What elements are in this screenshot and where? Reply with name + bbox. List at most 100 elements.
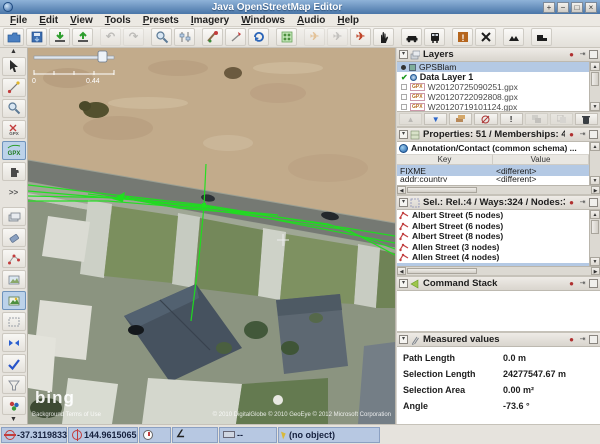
active-layer-check-icon[interactable]: ✔ <box>401 73 408 82</box>
layer-row-data-layer[interactable]: ✔Data Layer 1 <box>397 72 589 82</box>
presets-tool-button[interactable] <box>225 28 246 46</box>
warning-preset-button[interactable]: ! <box>452 28 473 46</box>
airplane-gray-button[interactable]: ✈ <box>327 28 348 46</box>
selection-row[interactable]: Albert Street (5 nodes) <box>397 210 589 221</box>
gpsblam-gpx-tool-button[interactable]: GPX <box>2 141 26 160</box>
sticky-icon[interactable]: ● <box>567 335 576 344</box>
show-hide-layer-button[interactable] <box>449 113 472 125</box>
preferences-button[interactable] <box>174 28 195 46</box>
dock-icon[interactable]: ⇥ <box>578 130 587 139</box>
scroll-right-icon[interactable]: ▶ <box>591 267 600 275</box>
validate-toggle-button[interactable] <box>2 354 26 373</box>
airplane-orange-button[interactable]: ✈ <box>304 28 325 46</box>
maximize-button[interactable]: □ <box>571 2 583 13</box>
scroll-thumb[interactable] <box>407 187 477 193</box>
menu-view[interactable]: View <box>64 15 99 26</box>
collapse-left-toolbar-bottom-button[interactable]: ▼ <box>10 416 17 424</box>
scroll-thumb[interactable] <box>407 268 477 274</box>
layers-toggle-button[interactable] <box>2 207 26 226</box>
palette-toggle-button[interactable] <box>2 396 26 415</box>
scroll-thumb[interactable] <box>591 72 599 86</box>
zoom-tool-button[interactable] <box>2 99 26 118</box>
collapse-selection-button[interactable]: ▾ <box>399 198 408 207</box>
sticky-icon[interactable]: ● <box>567 130 576 139</box>
selection-row[interactable]: Allen Street (4 nodes) <box>397 252 589 263</box>
visibility-checkbox[interactable] <box>401 84 407 90</box>
open-button[interactable] <box>3 28 24 46</box>
menu-windows[interactable]: Windows <box>235 15 291 26</box>
duplicate-layer-button[interactable] <box>550 113 573 125</box>
scroll-down-icon[interactable]: ▼ <box>590 176 600 185</box>
scroll-down-icon[interactable]: ▼ <box>590 257 600 266</box>
upload-button[interactable] <box>72 28 93 46</box>
mappaint-button[interactable] <box>202 28 223 46</box>
layer-row-gpx-1[interactable]: GPXW20120725090251.gpx <box>397 82 589 92</box>
sticky-icon[interactable]: ● <box>567 50 576 59</box>
collapse-command-stack-button[interactable]: ▾ <box>399 279 408 288</box>
properties-hscrollbar[interactable]: ◀ ▶ <box>397 185 600 194</box>
update-button[interactable] <box>248 28 269 46</box>
layer-row-gpsblam[interactable]: GPSBlam <box>397 62 589 72</box>
airplane-red-button[interactable]: ✈ <box>350 28 371 46</box>
close-panel-icon[interactable] <box>589 279 598 288</box>
car-button[interactable] <box>401 28 422 46</box>
menu-help[interactable]: Help <box>331 15 365 26</box>
scroll-thumb[interactable] <box>591 220 599 234</box>
download-button[interactable] <box>49 28 70 46</box>
layer-row-gpx-3[interactable]: GPXW20120719101124.gpx <box>397 102 589 111</box>
plugin-button[interactable] <box>276 28 297 46</box>
property-row[interactable]: addr:country <different> <box>397 176 589 182</box>
command-stack-list[interactable] <box>397 291 600 331</box>
close-button[interactable]: × <box>585 2 597 13</box>
selection-hscrollbar[interactable]: ◀ ▶ <box>397 266 600 275</box>
wall-preset-button[interactable] <box>531 28 552 46</box>
visibility-checkbox[interactable] <box>401 94 407 100</box>
scroll-right-icon[interactable]: ▶ <box>591 186 600 194</box>
background-terms-link[interactable]: Background Terms of Use <box>32 412 101 418</box>
close-panel-icon[interactable] <box>589 198 598 207</box>
dock-icon[interactable]: ⇥ <box>578 335 587 344</box>
close-panel-icon[interactable] <box>589 130 598 139</box>
layer-row-gpx-2[interactable]: GPXW20120722092808.gpx <box>397 92 589 102</box>
draw-way-tool-button[interactable] <box>2 78 26 97</box>
hand-button[interactable] <box>373 28 394 46</box>
dock-icon[interactable]: ⇥ <box>578 50 587 59</box>
property-row[interactable]: FIXME <different> <box>397 165 589 176</box>
delete-preset-button[interactable] <box>475 28 496 46</box>
layers-scrollbar[interactable]: ▲ ▼ <box>589 62 600 111</box>
scroll-down-icon[interactable]: ▼ <box>590 102 600 111</box>
collapse-left-toolbar-button[interactable]: ▲ <box>10 48 17 56</box>
layer-opacity-button[interactable] <box>474 113 497 125</box>
selection-row[interactable]: Albert Street (6 nodes) <box>397 221 589 232</box>
save-button[interactable] <box>26 28 47 46</box>
mirror-toggle-button[interactable] <box>2 333 26 352</box>
menu-presets[interactable]: Presets <box>137 15 185 26</box>
menu-tools[interactable]: Tools <box>99 15 137 26</box>
scroll-up-icon[interactable]: ▲ <box>590 62 600 71</box>
selection-row[interactable]: Allen Street (3 nodes) <box>397 242 589 253</box>
undo-button[interactable]: ↶ <box>100 28 121 46</box>
zoom-selection-button[interactable] <box>151 28 172 46</box>
markers-toggle-button[interactable] <box>2 249 26 268</box>
close-panel-icon[interactable] <box>589 50 598 59</box>
extrude-tool-button[interactable] <box>2 162 26 181</box>
menu-edit[interactable]: Edit <box>33 15 64 26</box>
filter-toggle-button[interactable] <box>2 375 26 394</box>
menu-audio[interactable]: Audio <box>291 15 331 26</box>
layer-warning-button[interactable]: ! <box>500 113 523 125</box>
gpsblam-erase-tool-button[interactable]: GPX <box>2 120 26 139</box>
selection-row[interactable]: Albert Street (8 nodes) <box>397 231 589 242</box>
selection-scrollbar[interactable]: ▲ ▼ <box>589 210 600 266</box>
value-column-header[interactable]: Value <box>493 155 589 164</box>
move-layer-up-button[interactable]: ▲ <box>399 113 422 125</box>
scroll-up-icon[interactable]: ▲ <box>590 210 600 219</box>
scroll-left-icon[interactable]: ◀ <box>397 186 406 194</box>
collapse-measured-button[interactable]: ▾ <box>399 335 408 344</box>
imagery-active-toggle-button[interactable] <box>2 291 26 310</box>
redo-button[interactable]: ↷ <box>123 28 144 46</box>
scroll-up-icon[interactable]: ▲ <box>590 142 600 151</box>
waypoint-preset-button[interactable] <box>503 28 524 46</box>
properties-scrollbar[interactable]: ▲ ▼ <box>589 142 600 185</box>
collapse-layers-button[interactable]: ▾ <box>399 50 408 59</box>
sticky-icon[interactable]: ● <box>567 279 576 288</box>
